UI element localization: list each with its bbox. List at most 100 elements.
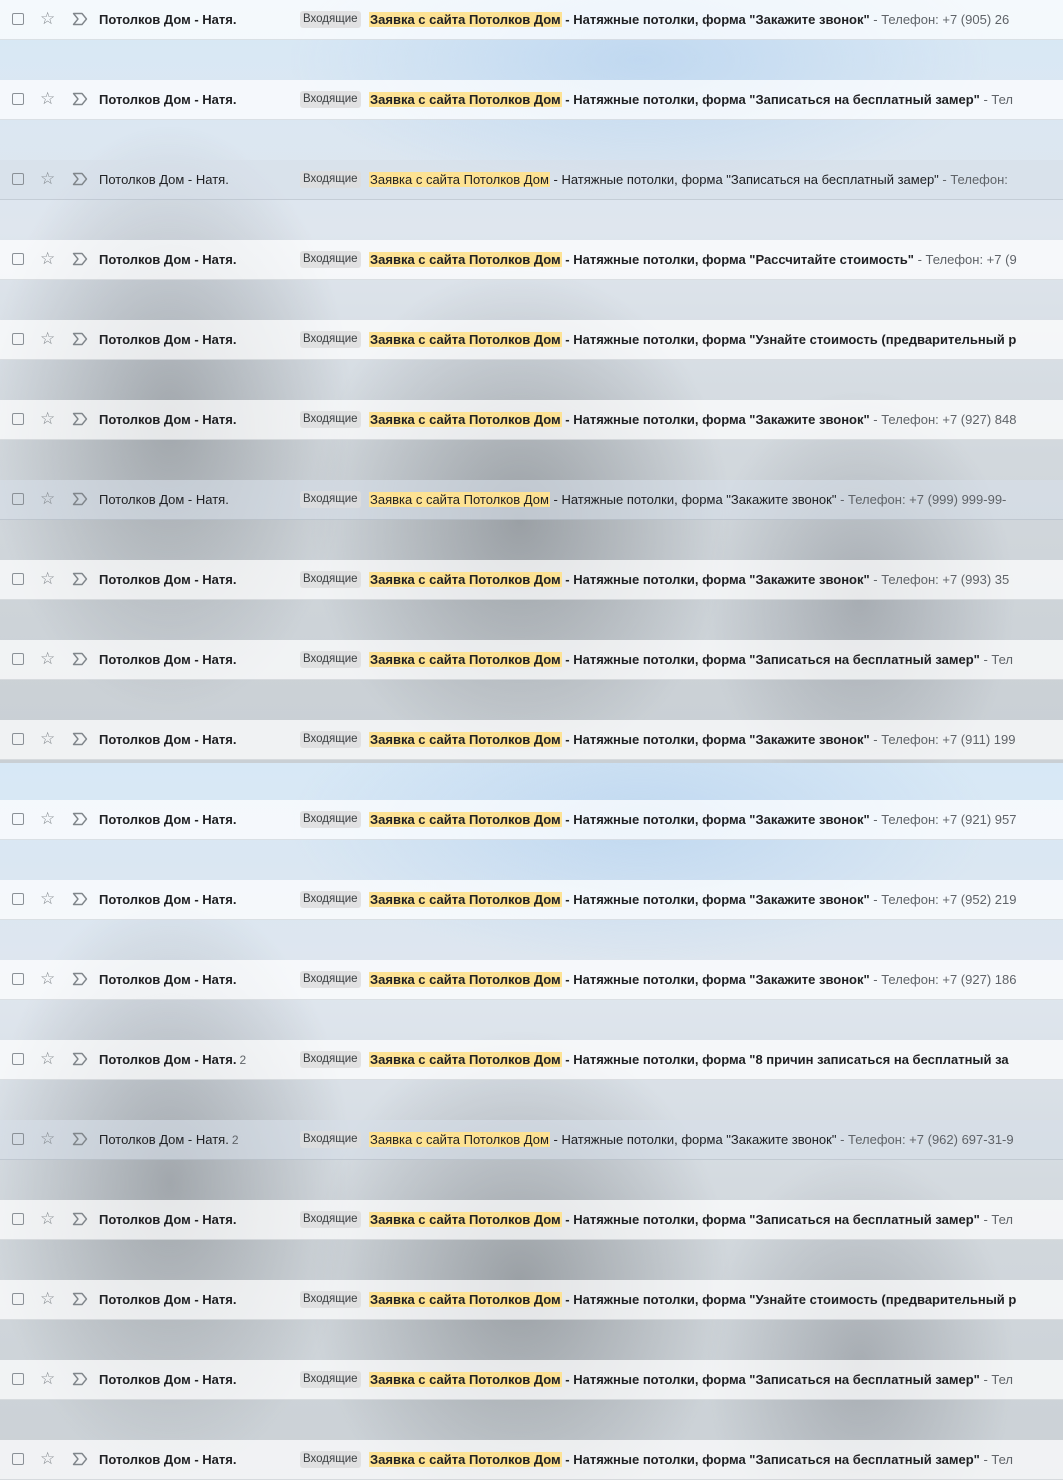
star-icon[interactable]: ☆: [40, 650, 58, 668]
importance-marker-icon[interactable]: [72, 252, 88, 266]
email-row[interactable]: ☆ Потолков Дом - Натя. Входящие Заявка с…: [0, 0, 1063, 40]
checkbox-icon[interactable]: [12, 653, 24, 665]
inbox-label[interactable]: Входящие: [300, 91, 361, 108]
email-row[interactable]: ☆ Потолков Дом - Натя. Входящие Заявка с…: [0, 240, 1063, 280]
star-icon[interactable]: ☆: [40, 1450, 58, 1468]
star-icon[interactable]: ☆: [40, 90, 58, 108]
checkbox-icon[interactable]: [12, 333, 24, 345]
email-row[interactable]: ☆ Потолков Дом - Натя. Входящие Заявка с…: [0, 640, 1063, 680]
email-row[interactable]: ☆ Потолков Дом - Натя. 2 Входящие Заявка …: [0, 1040, 1063, 1080]
email-row[interactable]: ☆ Потолков Дом - Натя. Входящие Заявка с…: [0, 400, 1063, 440]
importance-marker-icon[interactable]: [72, 732, 88, 746]
email-row[interactable]: ☆ Потолков Дом - Натя. 2 Входящие Заявка …: [0, 1120, 1063, 1160]
checkbox-icon[interactable]: [12, 1293, 24, 1305]
star-icon[interactable]: ☆: [40, 10, 58, 28]
importance-marker-icon[interactable]: [72, 1372, 88, 1386]
inbox-label[interactable]: Входящие: [300, 251, 361, 268]
sender-text: Потолков Дом - Натя.: [99, 412, 237, 427]
star-icon[interactable]: ☆: [40, 970, 58, 988]
checkbox-icon[interactable]: [12, 813, 24, 825]
importance-marker-icon[interactable]: [72, 12, 88, 26]
star-icon[interactable]: ☆: [40, 1050, 58, 1068]
email-row[interactable]: ☆ Потолков Дом - Натя. Входящие Заявка с…: [0, 1280, 1063, 1320]
email-row[interactable]: ☆ Потолков Дом - Натя. Входящие Заявка с…: [0, 800, 1063, 840]
checkbox-icon[interactable]: [12, 253, 24, 265]
importance-marker-icon[interactable]: [72, 1052, 88, 1066]
checkbox-icon[interactable]: [12, 413, 24, 425]
importance-marker-icon[interactable]: [72, 412, 88, 426]
checkbox-icon[interactable]: [12, 1373, 24, 1385]
checkbox-icon[interactable]: [12, 173, 24, 185]
inbox-label[interactable]: Входящие: [300, 731, 361, 748]
checkbox-icon[interactable]: [12, 93, 24, 105]
checkbox-icon[interactable]: [12, 13, 24, 25]
inbox-label[interactable]: Входящие: [300, 171, 361, 188]
importance-marker-icon[interactable]: [72, 172, 88, 186]
star-icon[interactable]: ☆: [40, 1130, 58, 1148]
checkbox-icon[interactable]: [12, 1053, 24, 1065]
email-row[interactable]: ☆ Потолков Дом - Натя. Входящие Заявка с…: [0, 80, 1063, 120]
checkbox-icon[interactable]: [12, 1453, 24, 1465]
importance-marker-icon[interactable]: [72, 1292, 88, 1306]
email-row[interactable]: ☆ Потолков Дом - Натя. Входящие Заявка с…: [0, 960, 1063, 1000]
checkbox-icon[interactable]: [12, 1213, 24, 1225]
checkbox-icon[interactable]: [12, 893, 24, 905]
inbox-label[interactable]: Входящие: [300, 411, 361, 428]
inbox-label[interactable]: Входящие: [300, 971, 361, 988]
email-row[interactable]: ☆ Потолков Дом - Натя. Входящие Заявка с…: [0, 720, 1063, 760]
email-row[interactable]: ☆ Потолков Дом - Натя. Входящие Заявка с…: [0, 1440, 1063, 1480]
inbox-label[interactable]: Входящие: [300, 1291, 361, 1308]
star-icon[interactable]: ☆: [40, 170, 58, 188]
star-icon[interactable]: ☆: [40, 1290, 58, 1308]
inbox-label[interactable]: Входящие: [300, 1371, 361, 1388]
importance-marker-icon[interactable]: [72, 892, 88, 906]
inbox-label[interactable]: Входящие: [300, 811, 361, 828]
sender-name: Потолков Дом - Натя.: [99, 92, 239, 107]
star-icon[interactable]: ☆: [40, 730, 58, 748]
star-icon[interactable]: ☆: [40, 810, 58, 828]
star-icon[interactable]: ☆: [40, 250, 58, 268]
email-row[interactable]: ☆ Потолков Дом - Натя. Входящие Заявка с…: [0, 1360, 1063, 1400]
importance-marker-icon[interactable]: [72, 1452, 88, 1466]
importance-marker-icon[interactable]: [72, 812, 88, 826]
subject-line: Заявка с сайта Потолков Дом - Натяжные п…: [369, 972, 1016, 987]
inbox-label[interactable]: Входящие: [300, 571, 361, 588]
star-icon[interactable]: ☆: [40, 890, 58, 908]
importance-marker-icon[interactable]: [72, 572, 88, 586]
importance-marker-icon[interactable]: [72, 1132, 88, 1146]
checkbox-icon[interactable]: [12, 493, 24, 505]
importance-marker-icon[interactable]: [72, 92, 88, 106]
email-row[interactable]: ☆ Потолков Дом - Натя. Входящие Заявка с…: [0, 880, 1063, 920]
importance-marker-icon[interactable]: [72, 652, 88, 666]
checkbox-icon[interactable]: [12, 573, 24, 585]
email-row[interactable]: ☆ Потолков Дом - Натя. Входящие Заявка с…: [0, 160, 1063, 200]
inbox-label[interactable]: Входящие: [300, 651, 361, 668]
inbox-label[interactable]: Входящие: [300, 491, 361, 508]
importance-marker-icon[interactable]: [72, 972, 88, 986]
checkbox-icon[interactable]: [12, 973, 24, 985]
sender-name: Потолков Дом - Натя. 2: [99, 1052, 246, 1067]
star-icon[interactable]: ☆: [40, 570, 58, 588]
email-row[interactable]: ☆ Потолков Дом - Натя. Входящие Заявка с…: [0, 320, 1063, 360]
star-icon[interactable]: ☆: [40, 1370, 58, 1388]
sender-text: Потолков Дом - Натя.: [99, 1132, 229, 1147]
star-icon[interactable]: ☆: [40, 330, 58, 348]
inbox-label[interactable]: Входящие: [300, 1451, 361, 1468]
email-row[interactable]: ☆ Потолков Дом - Натя. Входящие Заявка с…: [0, 560, 1063, 600]
inbox-label[interactable]: Входящие: [300, 1211, 361, 1228]
star-icon[interactable]: ☆: [40, 410, 58, 428]
inbox-label[interactable]: Входящие: [300, 331, 361, 348]
checkbox-icon[interactable]: [12, 733, 24, 745]
inbox-label[interactable]: Входящие: [300, 1131, 361, 1148]
inbox-label[interactable]: Входящие: [300, 891, 361, 908]
importance-marker-icon[interactable]: [72, 332, 88, 346]
importance-marker-icon[interactable]: [72, 492, 88, 506]
star-icon[interactable]: ☆: [40, 1210, 58, 1228]
email-row[interactable]: ☆ Потолков Дом - Натя. Входящие Заявка с…: [0, 480, 1063, 520]
importance-marker-icon[interactable]: [72, 1212, 88, 1226]
inbox-label[interactable]: Входящие: [300, 11, 361, 28]
email-row[interactable]: ☆ Потолков Дом - Натя. Входящие Заявка с…: [0, 1200, 1063, 1240]
star-icon[interactable]: ☆: [40, 490, 58, 508]
inbox-label[interactable]: Входящие: [300, 1051, 361, 1068]
checkbox-icon[interactable]: [12, 1133, 24, 1145]
